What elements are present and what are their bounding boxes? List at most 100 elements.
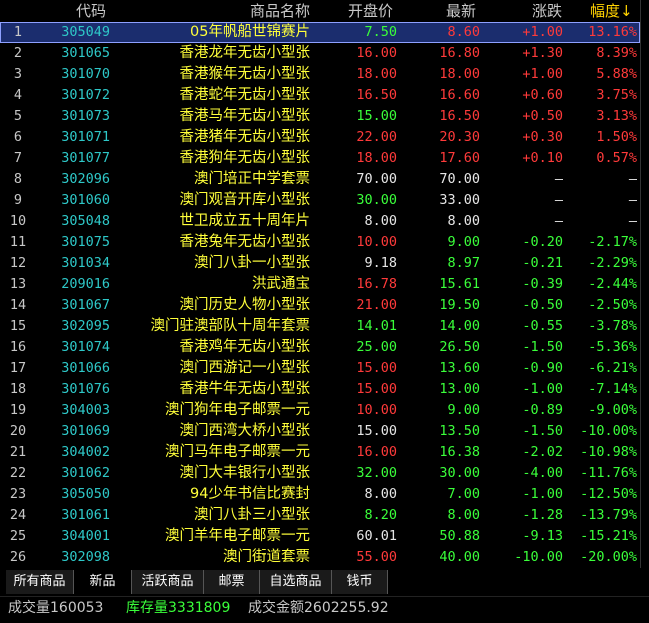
table-row[interactable]: 26 302098 澳门街道套票 55.00 40.00 -10.00 -20.00% (0, 547, 640, 568)
table-row[interactable]: 4 301072 香港蛇年无齿小型张 16.50 16.60 +0.60 3.75% (0, 85, 640, 106)
table-row[interactable]: 21 304002 澳门马年电子邮票一元 16.00 16.38 -2.02 -10.98% (0, 442, 640, 463)
row-open: 16.78 (356, 276, 397, 292)
row-latest: 17.60 (439, 150, 480, 166)
table-header: 代码 商品名称 开盘价 最新 涨跌 幅度↓ (0, 0, 649, 22)
row-code: 301075 (61, 234, 110, 250)
row-pct: 1.50% (596, 129, 637, 145)
table-row[interactable]: 22 301062 澳门大丰银行小型张 32.00 30.00 -4.00 -11.76% (0, 463, 640, 484)
row-open: 8.00 (364, 213, 397, 229)
stock-label: 库存量 (126, 600, 168, 616)
table-row[interactable]: 16 301074 香港鸡年无齿小型张 25.00 26.50 -1.50 -5.36% (0, 337, 640, 358)
row-latest: 20.30 (439, 129, 480, 145)
table-row[interactable]: 5 301073 香港马年无齿小型张 15.00 16.50 +0.50 3.13% (0, 106, 640, 127)
header-pct[interactable]: 幅度↓ (590, 0, 633, 22)
table-row[interactable]: 17 301066 澳门西游记一小型张 15.00 13.60 -0.90 -6.21% (0, 358, 640, 379)
row-latest: 8.00 (447, 213, 480, 229)
row-pct: 5.88% (596, 66, 637, 82)
row-change: — (554, 171, 563, 187)
row-name: 澳门观音开库小型张 (179, 192, 311, 208)
row-open: 25.00 (356, 339, 397, 355)
table-row[interactable]: 14 301067 澳门历史人物小型张 21.00 19.50 -0.50 -2.50% (0, 295, 640, 316)
row-latest: 14.00 (439, 318, 480, 334)
row-name: 澳门历史人物小型张 (179, 297, 311, 313)
row-change: +0.60 (522, 87, 563, 103)
row-pct: -9.00% (588, 402, 637, 418)
table-row[interactable]: 8 302096 澳门培正中学套票 70.00 70.00 — — (0, 169, 640, 190)
row-code: 301071 (61, 129, 110, 145)
row-change: -9.13 (522, 528, 563, 544)
table-row[interactable]: 7 301077 香港狗年无齿小型张 18.00 17.60 +0.10 0.57% (0, 148, 640, 169)
row-change: -1.50 (522, 339, 563, 355)
table-row[interactable]: 15 302095 澳门驻澳部队十周年套票 14.01 14.00 -0.55 -3.78% (0, 316, 640, 337)
row-change: -0.90 (522, 360, 563, 376)
sort-desc-arrow-icon: ↓ (620, 2, 633, 20)
table-row[interactable]: 12 301034 澳门八卦一小型张 9.18 8.97 -0.21 -2.29% (0, 253, 640, 274)
row-open: 14.01 (356, 318, 397, 334)
table-row[interactable]: 3 301070 香港猴年无齿小型张 18.00 18.00 +1.00 5.88% (0, 64, 640, 85)
row-change: -2.02 (522, 444, 563, 460)
row-index: 3 (13, 66, 23, 82)
table-row[interactable]: 19 304003 澳门狗年电子邮票一元 10.00 9.00 -0.89 -9.00% (0, 400, 640, 421)
header-change[interactable]: 涨跌 (532, 0, 562, 22)
row-index: 15 (9, 318, 27, 334)
row-code: 209016 (61, 276, 110, 292)
tab-1[interactable]: 新品 (74, 570, 132, 594)
row-open: 60.01 (356, 528, 397, 544)
row-code: 301066 (61, 360, 110, 376)
row-open: 15.00 (356, 381, 397, 397)
row-name: 澳门八卦三小型张 (194, 507, 310, 523)
row-open: 16.00 (356, 444, 397, 460)
tab-5[interactable]: 钱币 (332, 570, 388, 594)
row-pct: 3.13% (596, 108, 637, 124)
row-latest: 16.80 (439, 45, 480, 61)
header-open[interactable]: 开盘价 (348, 0, 393, 22)
row-pct: -2.50% (588, 297, 637, 313)
table-row[interactable]: 20 301069 澳门西湾大桥小型张 15.00 13.50 -1.50 -10.00% (0, 421, 640, 442)
table-row[interactable]: 9 301060 澳门观音开库小型张 30.00 33.00 — — (0, 190, 640, 211)
table-row[interactable]: 6 301071 香港猪年无齿小型张 22.00 20.30 +0.30 1.50% (0, 127, 640, 148)
row-change: -0.21 (522, 255, 563, 271)
row-name: 香港猪年无齿小型张 (179, 129, 311, 145)
row-latest: 40.00 (439, 549, 480, 565)
row-code: 301060 (61, 192, 110, 208)
row-change: -0.39 (522, 276, 563, 292)
row-name: 05年帆船世锦赛片 (190, 24, 310, 40)
volume-readout: 成交量160053 (8, 597, 103, 619)
tab-0[interactable]: 所有商品 (6, 570, 74, 594)
row-open: 10.00 (356, 234, 397, 250)
table-row[interactable]: 18 301076 香港牛年无齿小型张 15.00 13.00 -1.00 -7.14% (0, 379, 640, 400)
amount-label: 成交金额 (248, 600, 304, 616)
table-row[interactable]: 11 301075 香港兔年无齿小型张 10.00 9.00 -0.20 -2.17% (0, 232, 640, 253)
tab-4[interactable]: 自选商品 (260, 570, 332, 594)
tab-2[interactable]: 活跃商品 (132, 570, 204, 594)
table-row[interactable]: 24 301061 澳门八卦三小型张 8.20 8.00 -1.28 -13.79% (0, 505, 640, 526)
row-name: 洪武通宝 (252, 276, 310, 292)
table-row[interactable]: 1 305049 05年帆船世锦赛片 7.50 8.60 +1.00 13.16% (0, 22, 640, 43)
header-latest[interactable]: 最新 (446, 0, 476, 22)
row-latest: 8.60 (447, 24, 480, 40)
tab-3[interactable]: 邮票 (204, 570, 260, 594)
table-row[interactable]: 25 304001 澳门羊年电子邮票一元 60.01 50.88 -9.13 -15.21% (0, 526, 640, 547)
table-row[interactable]: 13 209016 洪武通宝 16.78 15.61 -0.39 -2.44% (0, 274, 640, 295)
row-pct: -15.21% (580, 528, 637, 544)
header-code[interactable]: 代码 (76, 0, 106, 22)
row-latest: 9.00 (447, 402, 480, 418)
row-name: 澳门八卦一小型张 (194, 255, 310, 271)
row-latest: 30.00 (439, 465, 480, 481)
row-code: 301062 (61, 465, 110, 481)
header-name[interactable]: 商品名称 (250, 0, 310, 22)
row-pct: -2.29% (588, 255, 637, 271)
row-open: 15.00 (356, 360, 397, 376)
row-name: 香港牛年无齿小型张 (179, 381, 311, 397)
row-pct: -10.98% (580, 444, 637, 460)
table-row[interactable]: 2 301065 香港龙年无齿小型张 16.00 16.80 +1.30 8.39% (0, 43, 640, 64)
row-change: -4.00 (522, 465, 563, 481)
table-row[interactable]: 10 305048 世卫成立五十周年片 8.00 8.00 — — (0, 211, 640, 232)
table-row[interactable]: 23 305050 94少年书信比赛封 8.00 7.00 -1.00 -12.50% (0, 484, 640, 505)
row-index: 24 (9, 507, 27, 523)
row-name: 世卫成立五十周年片 (179, 213, 311, 229)
row-open: 8.20 (364, 507, 397, 523)
row-index: 12 (9, 255, 27, 271)
row-open: 18.00 (356, 150, 397, 166)
row-index: 9 (13, 192, 23, 208)
